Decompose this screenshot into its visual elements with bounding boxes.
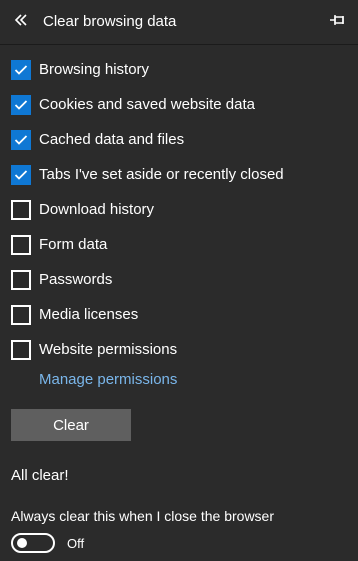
double-chevron-left-icon: [14, 13, 28, 31]
option-row-website-permissions[interactable]: Website permissions: [11, 339, 177, 361]
option-label: Website permissions: [39, 341, 178, 358]
checkbox[interactable]: [11, 95, 31, 115]
manage-permissions-link[interactable]: Manage permissions: [39, 370, 177, 390]
checkbox[interactable]: [11, 305, 31, 325]
page-title: Clear browsing data: [43, 13, 177, 30]
option-row-browsing-history[interactable]: Browsing history: [11, 59, 149, 81]
checkbox[interactable]: [11, 165, 31, 185]
option-label: Media licenses: [39, 306, 139, 323]
clear-browsing-data-panel: Clear browsing data Browsing history Cook…: [0, 0, 358, 561]
status-text: All clear!: [11, 467, 69, 484]
pin-icon: [329, 13, 347, 32]
option-label: Download history: [39, 201, 155, 218]
checkbox[interactable]: [11, 270, 31, 290]
option-label: Browsing history: [39, 61, 150, 78]
pin-button[interactable]: [327, 12, 349, 32]
option-label: Form data: [39, 236, 108, 253]
checkmark-icon: [14, 65, 28, 75]
option-label: Cached data and files: [39, 131, 185, 148]
always-clear-label: Always clear this when I close the brows…: [11, 508, 274, 524]
option-label: Cookies and saved website data: [39, 96, 255, 113]
toggle-knob: [17, 538, 27, 548]
option-row-cached-data-and-files[interactable]: Cached data and files: [11, 129, 184, 151]
checkbox[interactable]: [11, 340, 31, 360]
checkbox[interactable]: [11, 200, 31, 220]
checkmark-icon: [14, 170, 28, 180]
checkmark-icon: [14, 100, 28, 110]
back-button[interactable]: [11, 12, 31, 32]
checkbox[interactable]: [11, 60, 31, 80]
option-row-form-data[interactable]: Form data: [11, 234, 107, 256]
option-row-download-history[interactable]: Download history: [11, 199, 154, 221]
option-label: Tabs I've set aside or recently closed: [39, 166, 284, 183]
always-clear-toggle[interactable]: [11, 533, 55, 553]
option-label: Passwords: [39, 271, 113, 288]
checkbox[interactable]: [11, 130, 31, 150]
clear-button[interactable]: Clear: [11, 409, 131, 441]
option-row-media-licenses[interactable]: Media licenses: [11, 304, 138, 326]
panel-header: Clear browsing data: [0, 0, 358, 45]
toggle-state-text: Off: [67, 536, 85, 551]
option-row-cookies-and-saved-website-data[interactable]: Cookies and saved website data: [11, 94, 255, 116]
checkmark-icon: [14, 135, 28, 145]
checkbox[interactable]: [11, 235, 31, 255]
option-row-passwords[interactable]: Passwords: [11, 269, 112, 291]
option-row-tabs-i-ve-set-aside-or-recently-closed[interactable]: Tabs I've set aside or recently closed: [11, 164, 284, 186]
